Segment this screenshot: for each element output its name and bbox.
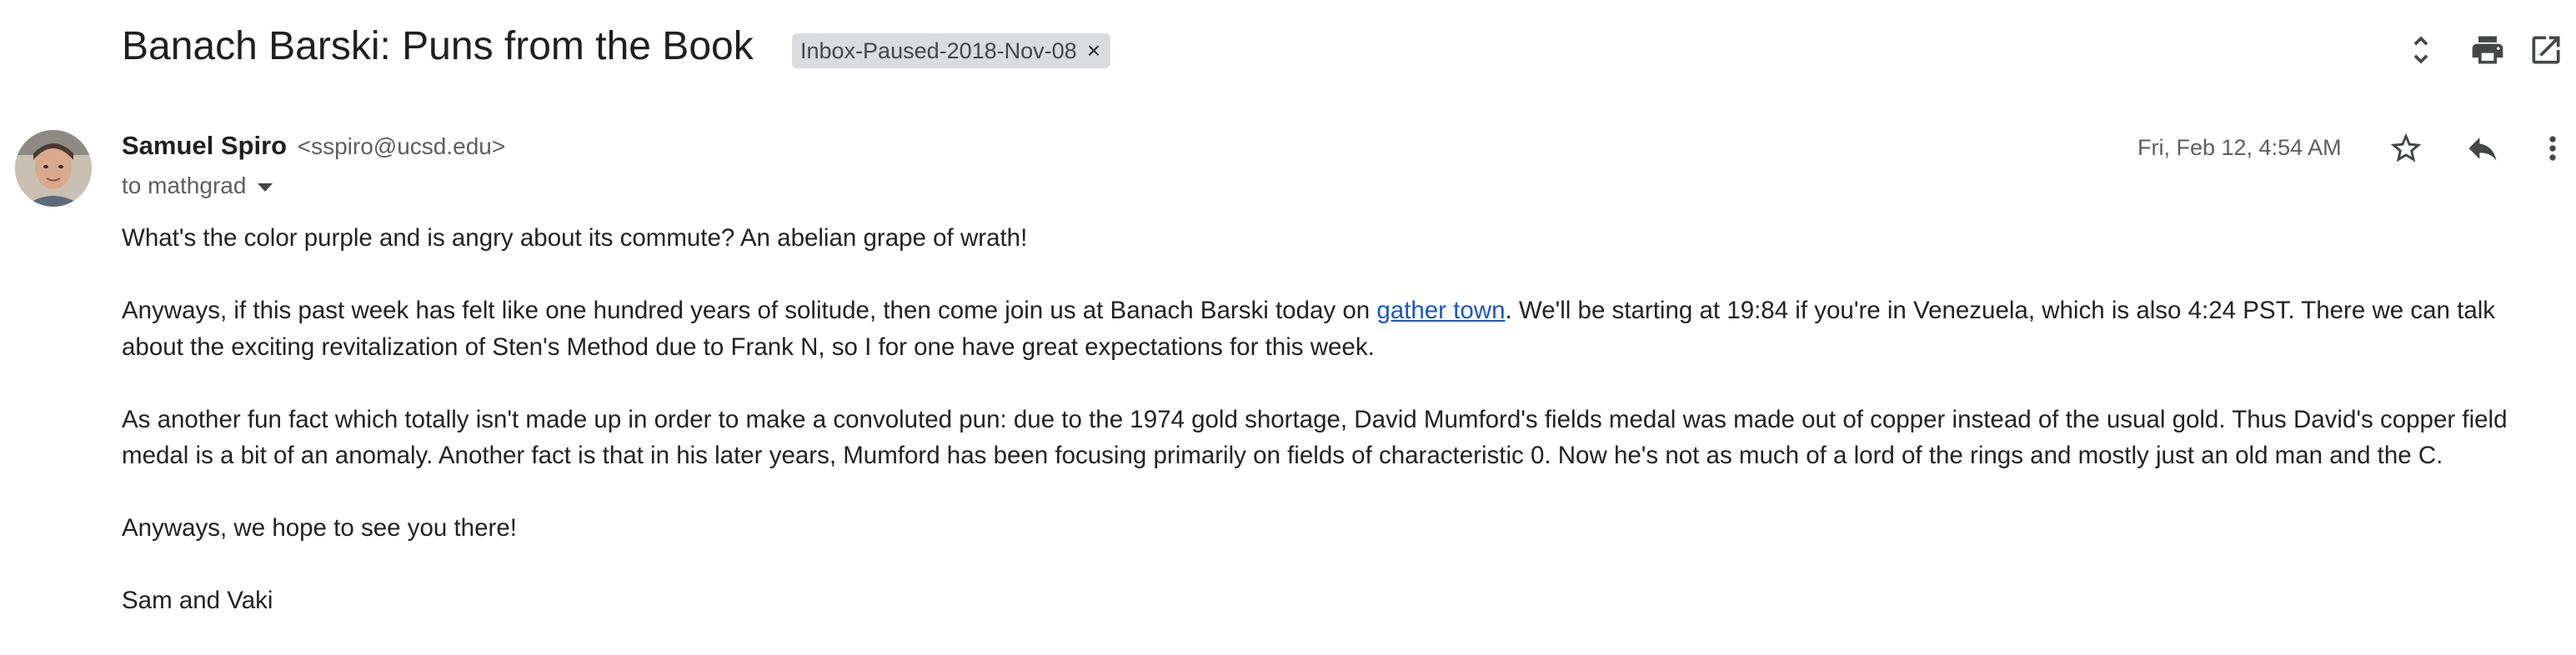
sender-email: <sspiro@ucsd.edu> bbox=[297, 133, 506, 159]
recipient-text: to mathgrad bbox=[122, 172, 247, 198]
show-details-caret-icon[interactable] bbox=[258, 182, 273, 192]
email-subject: Banach Barski: Puns from the Book bbox=[122, 24, 754, 68]
email-body: What's the color purple and is angry abo… bbox=[122, 220, 2539, 655]
email-date: Fri, Feb 12, 4:54 AM bbox=[2137, 135, 2342, 160]
p2-text-before: Anyways, if this past week has felt like… bbox=[122, 297, 1377, 324]
print-icon[interactable] bbox=[2464, 27, 2511, 73]
sender-line: Samuel Spiro <sspiro@ucsd.edu> bbox=[122, 131, 505, 161]
label-chip-text: Inbox-Paused-2018-Nov-08 bbox=[800, 38, 1077, 63]
avatar-photo bbox=[15, 130, 92, 207]
sender-avatar[interactable] bbox=[15, 130, 92, 207]
body-paragraph-3: As another fun fact which totally isn't … bbox=[122, 405, 2508, 470]
body-paragraph-4: Anyways, we hope to see you there! bbox=[122, 514, 517, 542]
sender-name[interactable]: Samuel Spiro bbox=[122, 131, 287, 160]
more-options-icon[interactable] bbox=[2529, 125, 2576, 172]
gather-town-link[interactable]: gather town bbox=[1376, 297, 1505, 324]
open-in-new-window-icon[interactable] bbox=[2523, 27, 2569, 73]
label-chip[interactable]: Inbox-Paused-2018-Nov-08 × bbox=[792, 33, 1111, 68]
star-icon[interactable] bbox=[2383, 125, 2429, 172]
signature: Sam and Vaki bbox=[122, 587, 273, 614]
body-paragraph-1: What's the color purple and is angry abo… bbox=[122, 224, 1028, 252]
subject-row: Banach Barski: Puns from the Book Inbox-… bbox=[122, 18, 2576, 85]
remove-label-icon[interactable]: × bbox=[1087, 38, 1100, 63]
reply-icon[interactable] bbox=[2459, 125, 2506, 172]
body-paragraph-2: Anyways, if this past week has felt like… bbox=[122, 292, 2539, 365]
expand-collapse-icon[interactable] bbox=[2398, 27, 2444, 73]
recipient-line: to mathgrad bbox=[122, 172, 273, 199]
